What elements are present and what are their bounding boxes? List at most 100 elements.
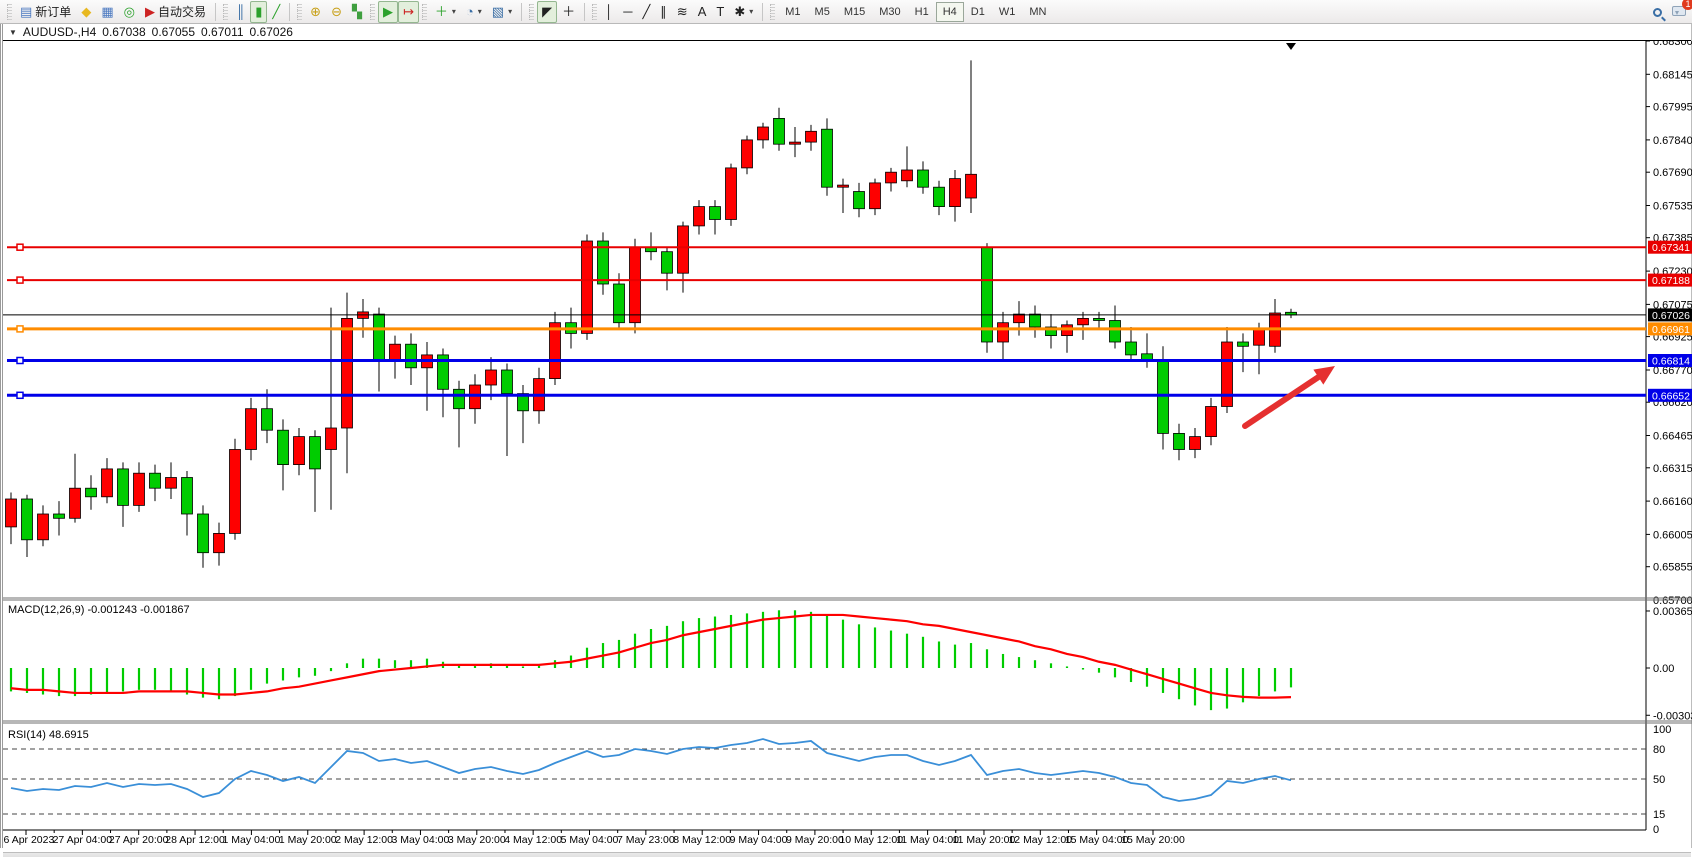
candle-body	[742, 140, 753, 168]
chart-shift-button[interactable]: ↦	[398, 1, 419, 23]
candle-body	[1094, 318, 1105, 320]
chat-button[interactable]: 1	[1672, 3, 1686, 21]
timeframe-h1-button[interactable]: H1	[908, 2, 936, 22]
templates-button[interactable]: ▧▾	[487, 1, 517, 23]
auto-scroll-button[interactable]: ▶	[378, 1, 398, 23]
cursor-icon: ◤	[542, 5, 552, 18]
dropdown-arrow-icon[interactable]: ▾	[478, 7, 482, 16]
toolbar-button-label: 自动交易	[158, 3, 206, 20]
candle-body	[1254, 329, 1265, 345]
hline-pivot-orange[interactable]: 0.66961	[7, 322, 1692, 336]
price-chip-label: 0.66652	[1652, 390, 1690, 402]
market-watch-icon[interactable]: ▦	[96, 1, 118, 23]
toolbar-button-label: 新订单	[35, 3, 71, 20]
trendline-icon: ╱	[642, 5, 650, 18]
horizontal-line-button[interactable]: ─	[618, 1, 637, 23]
fibonacci-icon: ≋	[677, 5, 688, 18]
templates-icon: ▧	[492, 5, 504, 18]
candle-body	[54, 514, 65, 518]
fibonacci-button[interactable]: ≋	[672, 1, 693, 23]
zoom-out-button[interactable]: ⊖	[326, 1, 347, 23]
timeframe-m30-button[interactable]: M30	[872, 2, 907, 22]
periods-icon: ◔	[466, 5, 474, 18]
time-tick-label: 10 May 12:00	[839, 834, 903, 846]
bar-chart-button[interactable]: ║	[231, 1, 250, 23]
hline-support-2[interactable]: 0.66652	[7, 389, 1692, 403]
candle-body	[454, 389, 465, 408]
hline-support-1[interactable]: 0.66814	[7, 354, 1692, 368]
zoom-in-icon: ⊕	[310, 5, 321, 18]
pane-separator-1[interactable]	[3, 598, 1692, 600]
search-icon[interactable]	[1653, 8, 1662, 17]
shift-marker-icon[interactable]	[1286, 43, 1296, 50]
ohlc-open: 0.67038	[102, 25, 145, 39]
arrows-icon: ✱	[734, 5, 745, 18]
candle-body	[502, 370, 513, 394]
trendline-button[interactable]: ╱	[637, 1, 655, 23]
candle-body	[950, 179, 961, 207]
pane-separator-2[interactable]	[3, 721, 1692, 723]
timeframe-mn-button[interactable]: MN	[1022, 2, 1053, 22]
line-chart-icon: ╱	[272, 5, 280, 18]
alert-horn-icon[interactable]: ◆	[76, 1, 96, 23]
crosshair-button[interactable]: ＋	[557, 1, 580, 23]
vertical-line-icon: │	[605, 5, 613, 18]
candle-body	[694, 207, 705, 226]
time-axis[interactable]: 26 Apr 202327 Apr 04:0027 Apr 20:0028 Ap…	[3, 830, 1646, 846]
time-tick-label: 12 May 12:00	[1008, 834, 1072, 846]
macd-scale-label: 0.00	[1653, 663, 1674, 675]
candle-body	[758, 127, 769, 140]
rsi-line	[11, 739, 1291, 801]
text-label-button[interactable]: T	[711, 1, 729, 23]
candlestick-chart-button[interactable]: ▮	[250, 1, 267, 23]
macd-pane: MACD(12,26,9) -0.001243 -0.001867	[8, 604, 1291, 710]
candle-body	[374, 314, 385, 361]
autotrading-button[interactable]: ▶自动交易	[140, 1, 211, 23]
equidistant-channel-button[interactable]: ∥	[655, 1, 672, 23]
tile-windows-button[interactable]: ▚	[347, 1, 367, 23]
arrows-button[interactable]: ✱▾	[729, 1, 758, 23]
time-tick-label: 7 May 23:00	[617, 834, 675, 846]
periods-button[interactable]: ◔▾	[461, 1, 487, 23]
line-chart-button[interactable]: ╱	[267, 1, 285, 23]
dropdown-arrow-icon[interactable]: ▾	[749, 7, 753, 16]
chevron-down-icon[interactable]: ▼	[9, 28, 17, 37]
vertical-line-button[interactable]: │	[600, 1, 618, 23]
time-tick-label: 26 Apr 2023	[3, 834, 54, 846]
timeframe-w1-button[interactable]: W1	[992, 2, 1023, 22]
time-tick-label: 15 May 20:00	[1121, 834, 1185, 846]
candle-body	[38, 514, 49, 540]
candle-body	[134, 473, 145, 505]
timeframe-d1-button[interactable]: D1	[964, 2, 992, 22]
text-button[interactable]: A	[693, 1, 712, 23]
candle-body	[406, 344, 417, 368]
cursor-button[interactable]: ◤	[537, 1, 557, 23]
price-tick-label: 0.67840	[1653, 135, 1692, 147]
candle-body	[342, 318, 353, 428]
time-tick-label: 4 May 12:00	[504, 834, 562, 846]
auto-scroll-icon: ▶	[383, 5, 393, 18]
timeframe-m1-button[interactable]: M1	[778, 2, 807, 22]
new-order-button[interactable]: ▤新订单	[15, 1, 76, 23]
candle-body	[918, 170, 929, 187]
price-tick-label: 0.65855	[1653, 562, 1692, 574]
hline-resistance-1[interactable]: 0.67341	[7, 241, 1692, 255]
candle-body	[790, 142, 801, 144]
signals-icon[interactable]: ◎	[119, 1, 140, 23]
timeframe-h4-button[interactable]: H4	[936, 2, 964, 22]
price-axis[interactable]: 0.683000.681450.679950.678400.676900.675…	[1646, 41, 1692, 836]
horizontal-line-icon: ─	[623, 5, 632, 18]
candle-body	[1190, 437, 1201, 450]
timeframe-m15-button[interactable]: M15	[837, 2, 872, 22]
dropdown-arrow-icon[interactable]: ▾	[508, 7, 512, 16]
candle-body	[230, 450, 241, 534]
hline-resistance-2[interactable]: 0.67188	[7, 274, 1692, 288]
indicators-button[interactable]: ＋▾	[430, 1, 461, 23]
timeframe-m5-button[interactable]: M5	[808, 2, 837, 22]
hline-handle	[17, 392, 23, 398]
candle-body	[1110, 321, 1121, 343]
text-icon: A	[698, 5, 707, 18]
candle-body	[150, 473, 161, 488]
dropdown-arrow-icon[interactable]: ▾	[452, 7, 456, 16]
zoom-in-button[interactable]: ⊕	[305, 1, 326, 23]
